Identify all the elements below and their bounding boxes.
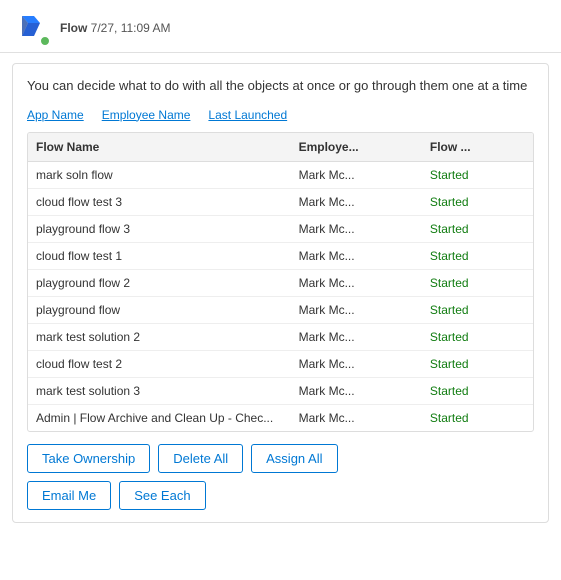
cell-employee: Mark Mc... [291, 350, 422, 377]
cell-employee: Mark Mc... [291, 323, 422, 350]
flows-table-wrap: Flow Name Employe... Flow ... mark soln … [27, 132, 534, 432]
table-row: playground flowMark Mc...Started [28, 296, 533, 323]
flows-table: Flow Name Employe... Flow ... mark soln … [28, 133, 533, 431]
table-row: cloud flow test 1Mark Mc...Started [28, 242, 533, 269]
cell-flow-name: mark test solution 3 [28, 377, 291, 404]
main-card: You can decide what to do with all the o… [12, 63, 549, 523]
top-meta: Flow 7/27, 11:09 AM [60, 21, 171, 35]
table-row: mark test solution 3Mark Mc...Started [28, 377, 533, 404]
col-header-flow-name: Flow Name [28, 133, 291, 162]
cell-flow-name: playground flow 2 [28, 269, 291, 296]
filter-last-launched[interactable]: Last Launched [208, 108, 287, 122]
take-ownership-button[interactable]: Take Ownership [27, 444, 150, 473]
col-header-employee: Employe... [291, 133, 422, 162]
timestamp: 7/27, 11:09 AM [91, 21, 171, 35]
cell-employee: Mark Mc... [291, 296, 422, 323]
top-bar: Flow 7/27, 11:09 AM [0, 0, 561, 53]
cell-flow-name: mark soln flow [28, 161, 291, 188]
cell-status: Started [422, 350, 533, 377]
cell-status: Started [422, 404, 533, 431]
cell-employee: Mark Mc... [291, 215, 422, 242]
cell-flow-name: playground flow 3 [28, 215, 291, 242]
table-row: playground flow 3Mark Mc...Started [28, 215, 533, 242]
cell-flow-name: mark test solution 2 [28, 323, 291, 350]
cell-flow-name: cloud flow test 1 [28, 242, 291, 269]
button-row-2: Email Me See Each [27, 481, 534, 510]
table-row: mark soln flowMark Mc...Started [28, 161, 533, 188]
table-row: mark test solution 2Mark Mc...Started [28, 323, 533, 350]
filter-employee-name[interactable]: Employee Name [102, 108, 191, 122]
see-each-button[interactable]: See Each [119, 481, 205, 510]
table-header-row: Flow Name Employe... Flow ... [28, 133, 533, 162]
cell-employee: Mark Mc... [291, 404, 422, 431]
filter-row: App Name Employee Name Last Launched [27, 108, 534, 122]
cell-employee: Mark Mc... [291, 161, 422, 188]
cell-flow-name: cloud flow test 2 [28, 350, 291, 377]
cell-employee: Mark Mc... [291, 269, 422, 296]
cell-status: Started [422, 188, 533, 215]
table-row: cloud flow test 3Mark Mc...Started [28, 188, 533, 215]
cell-flow-name: Admin | Flow Archive and Clean Up - Chec… [28, 404, 291, 431]
table-row: Admin | Flow Archive and Clean Up - Chec… [28, 404, 533, 431]
status-dot [40, 36, 50, 46]
table-row: playground flow 2Mark Mc...Started [28, 269, 533, 296]
cell-flow-name: cloud flow test 3 [28, 188, 291, 215]
cell-status: Started [422, 242, 533, 269]
flow-icon [14, 10, 50, 46]
cell-flow-name: playground flow [28, 296, 291, 323]
cell-status: Started [422, 296, 533, 323]
delete-all-button[interactable]: Delete All [158, 444, 243, 473]
cell-employee: Mark Mc... [291, 377, 422, 404]
email-me-button[interactable]: Email Me [27, 481, 111, 510]
cell-status: Started [422, 323, 533, 350]
cell-employee: Mark Mc... [291, 188, 422, 215]
description-text: You can decide what to do with all the o… [27, 76, 534, 96]
cell-status: Started [422, 161, 533, 188]
col-header-status: Flow ... [422, 133, 533, 162]
filter-app-name[interactable]: App Name [27, 108, 84, 122]
table-row: cloud flow test 2Mark Mc...Started [28, 350, 533, 377]
assign-all-button[interactable]: Assign All [251, 444, 337, 473]
cell-status: Started [422, 377, 533, 404]
button-row-1: Take Ownership Delete All Assign All [27, 444, 534, 473]
app-name: Flow [60, 21, 87, 35]
cell-status: Started [422, 269, 533, 296]
cell-employee: Mark Mc... [291, 242, 422, 269]
cell-status: Started [422, 215, 533, 242]
